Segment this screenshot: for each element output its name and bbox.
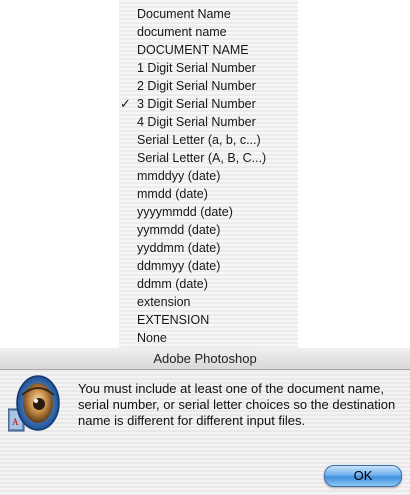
alert-dialog: Adobe Photoshop A You must include at le… bbox=[0, 348, 410, 495]
dialog-titlebar: Adobe Photoshop bbox=[0, 348, 410, 370]
dialog-title: Adobe Photoshop bbox=[153, 351, 257, 366]
menu-item[interactable]: 4 Digit Serial Number bbox=[119, 113, 298, 131]
menu-item[interactable]: extension bbox=[119, 293, 298, 311]
menu-item[interactable]: 1 Digit Serial Number bbox=[119, 59, 298, 77]
menu-item-label: mmdd (date) bbox=[137, 187, 208, 201]
menu-item-label: document name bbox=[137, 25, 227, 39]
menu-item[interactable]: Serial Letter (a, b, c...) bbox=[119, 131, 298, 149]
ok-button[interactable]: OK bbox=[324, 465, 402, 487]
menu-item[interactable]: ddmmyy (date) bbox=[119, 257, 298, 275]
menu-item-label: ddmmyy (date) bbox=[137, 259, 221, 273]
menu-item[interactable]: ddmm (date) bbox=[119, 275, 298, 293]
menu-item-label: extension bbox=[137, 295, 191, 309]
menu-item-label: None bbox=[137, 331, 167, 345]
menu-item[interactable]: DOCUMENT NAME bbox=[119, 41, 298, 59]
menu-item[interactable]: document name bbox=[119, 23, 298, 41]
checkmark-icon: ✓ bbox=[120, 96, 131, 111]
menu-item[interactable]: EXTENSION bbox=[119, 311, 298, 329]
menu-item-label: ddmm (date) bbox=[137, 277, 208, 291]
menu-item[interactable]: None bbox=[119, 329, 298, 347]
menu-item-label: Serial Letter (A, B, C...) bbox=[137, 151, 267, 165]
menu-item[interactable]: yyyymmdd (date) bbox=[119, 203, 298, 221]
menu-item[interactable]: Document Name bbox=[119, 5, 298, 23]
menu-item-label: mmddyy (date) bbox=[137, 169, 221, 183]
menu-item-label: 1 Digit Serial Number bbox=[137, 61, 256, 75]
menu-item[interactable]: 2 Digit Serial Number bbox=[119, 77, 298, 95]
menu-item[interactable]: yymmdd (date) bbox=[119, 221, 298, 239]
menu-item-label: Serial Letter (a, b, c...) bbox=[137, 133, 261, 147]
menu-item[interactable]: yyddmm (date) bbox=[119, 239, 298, 257]
naming-options-menu: Document Name document name DOCUMENT NAME 1… bbox=[119, 0, 298, 349]
menu-item[interactable]: ✓ 3 Digit Serial Number bbox=[119, 95, 298, 113]
menu-item-label: EXTENSION bbox=[137, 313, 210, 327]
menu-item-label: 4 Digit Serial Number bbox=[137, 115, 256, 129]
menu-item[interactable]: mmddyy (date) bbox=[119, 167, 298, 185]
menu-item[interactable]: mmdd (date) bbox=[119, 185, 298, 203]
menu-item-label: yymmdd (date) bbox=[137, 223, 221, 237]
menu-item-label: 3 Digit Serial Number bbox=[137, 97, 256, 111]
menu-item-label: Document Name bbox=[137, 7, 231, 21]
menu-item-label: DOCUMENT NAME bbox=[137, 43, 249, 57]
svg-text:A: A bbox=[12, 417, 19, 427]
alert-message: You must include at least one of the doc… bbox=[78, 381, 396, 428]
menu-item-label: yyddmm (date) bbox=[137, 241, 221, 255]
menu-item[interactable]: Serial Letter (A, B, C...) bbox=[119, 149, 298, 167]
menu-item-label: yyyymmdd (date) bbox=[137, 205, 233, 219]
photoshop-eye-icon: A bbox=[7, 375, 60, 437]
menu-item-label: 2 Digit Serial Number bbox=[137, 79, 256, 93]
